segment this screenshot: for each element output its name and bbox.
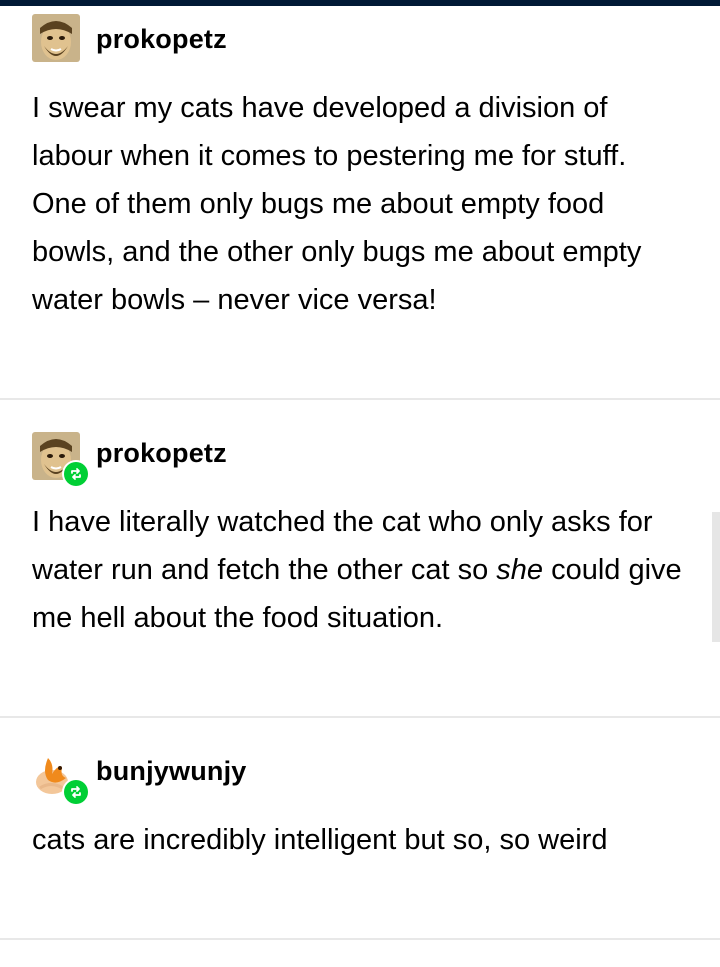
avatar[interactable] xyxy=(32,14,80,62)
reblog-badge xyxy=(62,460,90,488)
reblog-icon xyxy=(71,468,81,480)
scrollbar[interactable] xyxy=(712,512,720,642)
post-divider xyxy=(0,398,720,400)
reblog-badge xyxy=(62,778,90,806)
username[interactable]: bunjywunjy xyxy=(96,756,247,787)
bearded-man-avatar-icon xyxy=(32,14,80,62)
post-body: cats are incredibly intelligent but so, … xyxy=(32,824,608,856)
post-divider xyxy=(0,716,720,718)
post-header xyxy=(32,750,90,806)
post-header xyxy=(32,14,80,62)
post-body-emphasis: she xyxy=(496,554,544,586)
post-body: I swear my cats have developed a divisio… xyxy=(32,92,642,316)
reblog-icon xyxy=(71,786,81,798)
post-divider xyxy=(0,938,720,940)
avatar[interactable] xyxy=(32,750,90,806)
username[interactable]: prokopetz xyxy=(96,24,227,55)
username[interactable]: prokopetz xyxy=(96,438,227,469)
avatar[interactable] xyxy=(32,432,90,488)
post-body: I have literally watched the cat who onl… xyxy=(32,498,682,642)
post-header xyxy=(32,432,90,488)
top-bar xyxy=(0,0,720,6)
